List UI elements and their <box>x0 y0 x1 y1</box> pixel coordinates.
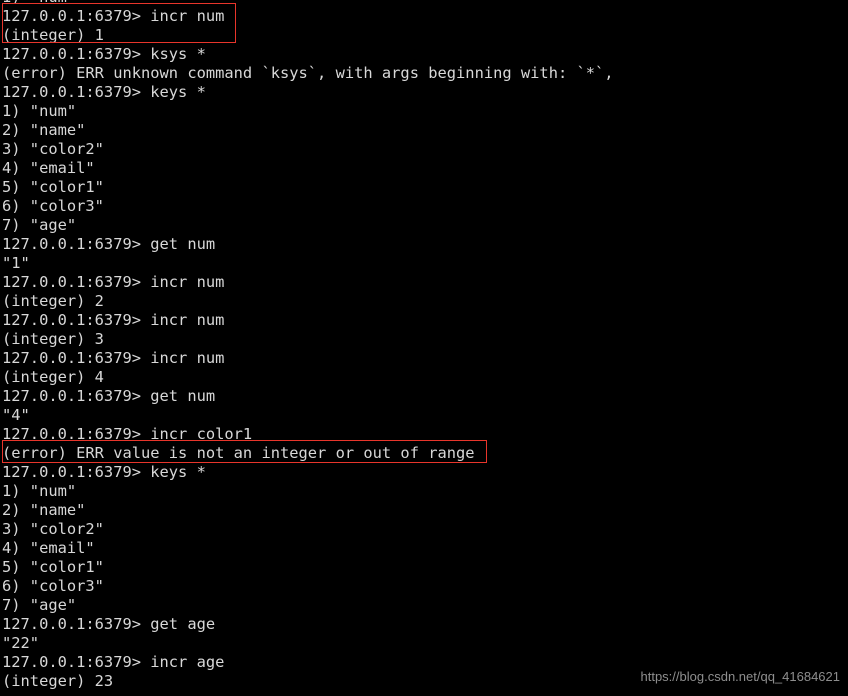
terminal-line: 127.0.0.1:6379> get age <box>2 615 216 633</box>
terminal-line: 1) "num" <box>2 102 77 120</box>
terminal-line: 2) "name" <box>2 121 86 139</box>
terminal-line: 4) "email" <box>2 539 95 557</box>
terminal-line: 4) "email" <box>2 159 95 177</box>
terminal-line: 127.0.0.1:6379> incr num <box>2 311 225 329</box>
terminal-line: (error) ERR value is not an integer or o… <box>2 444 475 462</box>
terminal-line: (error) ERR unknown command `ksys`, with… <box>2 64 614 82</box>
terminal-line: "22" <box>2 634 40 652</box>
terminal-line: (integer) 2 <box>2 292 104 310</box>
terminal-line: (integer) 3 <box>2 330 104 348</box>
terminal-line: 127.0.0.1:6379> incr num <box>2 349 225 367</box>
terminal-line: 127.0.0.1:6379> incr color1 <box>2 425 253 443</box>
terminal-line: 127.0.0.1:6379> get num <box>2 235 216 253</box>
terminal-line: 7) "age" <box>2 216 77 234</box>
terminal-line: "1" <box>2 254 30 272</box>
terminal-line: 7) "age" <box>2 596 77 614</box>
terminal-line: 5) "color1" <box>2 558 104 576</box>
terminal-line: 6) "color3" <box>2 577 104 595</box>
terminal-line: 6) "color3" <box>2 197 104 215</box>
terminal-line: 127.0.0.1:6379> incr num <box>2 273 225 291</box>
terminal-line: 127.0.0.1:6379> ksys * <box>2 45 206 63</box>
terminal-line: (integer) 4 <box>2 368 104 386</box>
terminal-window[interactable]: 1) "num"127.0.0.1:6379> incr num(integer… <box>0 0 848 696</box>
terminal-line: 127.0.0.1:6379> keys * <box>2 463 206 481</box>
terminal-line: (integer) 1 <box>2 26 104 44</box>
terminal-line: 1) "num" <box>2 0 846 7</box>
terminal-line: 1) "num" <box>2 482 77 500</box>
terminal-line: 2) "name" <box>2 501 86 519</box>
watermark-url: https://blog.csdn.net/qq_41684621 <box>640 669 841 684</box>
terminal-line: 5) "color1" <box>2 178 104 196</box>
terminal-line: 127.0.0.1:6379> get num <box>2 387 216 405</box>
terminal-line: 3) "color2" <box>2 140 104 158</box>
terminal-line: 127.0.0.1:6379> keys * <box>2 83 206 101</box>
terminal-line: 127.0.0.1:6379> incr num <box>2 7 225 25</box>
terminal-line: 3) "color2" <box>2 520 104 538</box>
terminal-output: 1) "num"127.0.0.1:6379> incr num(integer… <box>2 0 846 691</box>
terminal-line: "4" <box>2 406 30 424</box>
